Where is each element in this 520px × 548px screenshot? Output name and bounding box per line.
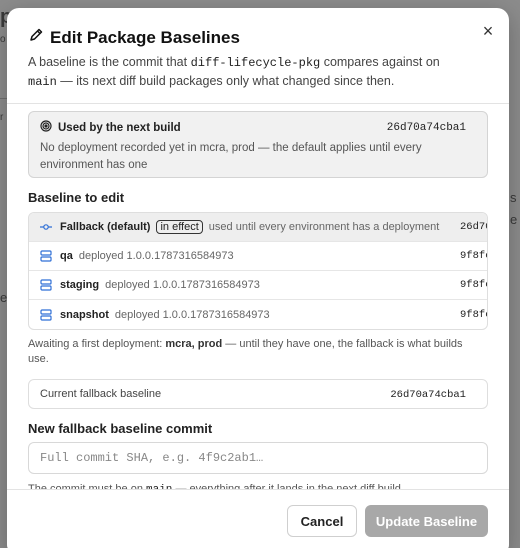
baseline-list: Fallback (default) in effect used until … — [28, 212, 488, 330]
row-name: staging — [60, 279, 100, 291]
background-divider — [0, 98, 7, 99]
current-fallback-sha: 26d70a74cba1 — [390, 389, 466, 401]
row-meta: deployed 1.0.0.1787316584973 — [105, 279, 260, 291]
close-icon[interactable]: × — [479, 22, 497, 40]
commit-icon — [40, 223, 58, 231]
row-meta: deployed 1.0.0.1787316584973 — [114, 308, 270, 321]
edit-baselines-dialog: × Edit Package Baselines A baseline is t… — [7, 8, 509, 548]
background-fragment: r — [0, 112, 4, 123]
baseline-row-snapshot[interactable]: snapshot deployed 1.0.0.1787316584973 9f… — [29, 300, 487, 329]
row-sha: 9f8fc2ab10de — [460, 279, 487, 291]
branch-name: main — [28, 75, 57, 89]
server-icon — [40, 250, 58, 262]
current-fallback-baseline: Current fallback baseline 26d70a74cba1 — [28, 379, 488, 409]
dialog-footer: Cancel Update Baseline — [7, 489, 509, 548]
commit-sha-input[interactable] — [28, 442, 488, 474]
dialog-title: Edit Package Baselines — [50, 27, 240, 47]
baseline-row-qa[interactable]: qa deployed 1.0.0.1787316584973 9f8fc2ab… — [29, 242, 487, 271]
awaiting-deployment-note: Awaiting a first deployment: mcra, prod … — [28, 338, 463, 365]
new-commit-label: New fallback baseline commit — [28, 421, 213, 436]
server-icon — [40, 308, 58, 321]
server-icon — [40, 279, 58, 291]
row-name: qa — [60, 250, 73, 262]
notice-sha: 26d70a74cba1 — [386, 122, 466, 134]
in-effect-badge: in effect — [156, 220, 203, 234]
dialog-description: A baseline is the commit that diff-lifec… — [28, 55, 440, 89]
dialog-header: Edit Package Baselines — [28, 27, 240, 48]
row-sha: 26d70a74cba1 — [460, 221, 487, 233]
next-build-notice: Used by the next build 26d70a74cba1 No d… — [28, 111, 488, 178]
baseline-list-label: Baseline to edit — [28, 190, 125, 205]
background-fragment: e — [510, 212, 518, 227]
background-fragment: o — [0, 34, 6, 45]
pencil-icon — [28, 27, 44, 48]
row-sha: 9f8fc2ab10de — [460, 250, 487, 262]
baseline-row-fallback[interactable]: Fallback (default) in effect used until … — [29, 213, 487, 242]
notice-heading: Used by the next build — [58, 121, 181, 134]
package-name: diff-lifecycle-pkg — [190, 56, 321, 70]
target-icon — [40, 120, 52, 135]
baseline-row-staging[interactable]: staging deployed 1.0.0.1787316584973 9f8… — [29, 271, 487, 300]
background-fragment: s — [510, 190, 517, 205]
cancel-button[interactable]: Cancel — [287, 505, 357, 537]
header-divider — [7, 103, 509, 104]
notice-body: No deployment recorded yet in mcra, prod… — [40, 142, 422, 171]
row-sha: 9f8fc2ab10de — [460, 308, 487, 321]
current-fallback-label: Current fallback baseline — [40, 388, 162, 400]
row-meta: used until every environment has a deplo… — [208, 221, 440, 233]
row-meta: deployed 1.0.0.1787316584973 — [78, 250, 234, 262]
row-name: snapshot — [60, 308, 109, 321]
update-baseline-button[interactable]: Update Baseline — [365, 505, 488, 537]
row-name: Fallback (default) — [60, 221, 151, 233]
awaiting-envs: mcra, prod — [165, 338, 223, 350]
